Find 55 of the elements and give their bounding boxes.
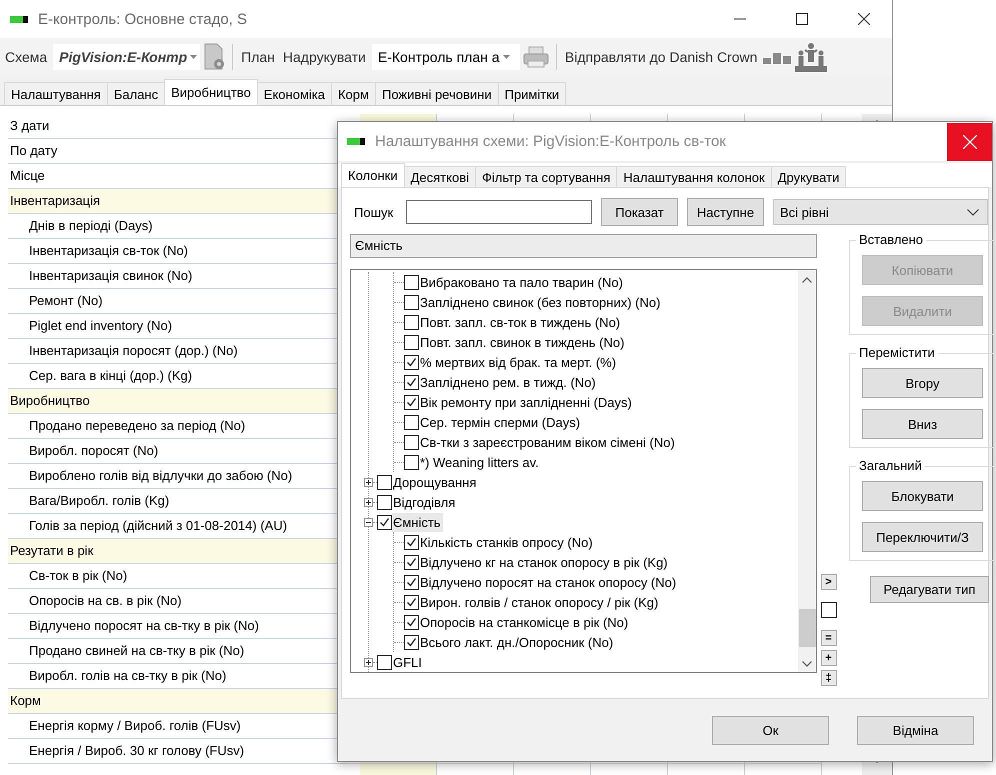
tree-item[interactable]: % мертвих від брак. та мерт. (%) [419, 352, 618, 372]
tree-item[interactable]: Сер. термін сперми (Days) [419, 412, 582, 432]
send-button[interactable]: Відправляти до Danish Crown [560, 47, 762, 67]
tree-item[interactable]: Кількість станків опросу (No) [419, 532, 595, 552]
tree-item[interactable]: Св-тки з зареєстрованим віком сімені (No) [419, 432, 677, 452]
current-field: Ємність [350, 234, 817, 258]
tree-item[interactable]: Дорощування [392, 472, 478, 492]
tab[interactable]: Фільтр та сортування [475, 166, 618, 187]
search-label: Пошук [353, 204, 394, 220]
small-button[interactable]: ‡ [820, 670, 836, 686]
level-dropdown[interactable]: Всі рівні [773, 199, 988, 225]
tree-item[interactable]: Вибраковано та пало тварин (No) [419, 272, 625, 292]
show-button[interactable]: Показат [601, 198, 678, 226]
plan-button[interactable]: План [237, 47, 279, 67]
tree-item[interactable]: Повт. запл. св-ток в тиждень (No) [419, 312, 622, 332]
plan-dropdown[interactable]: E-Контроль план а [372, 44, 520, 70]
tree-item[interactable]: *) Weaning litters av. [419, 452, 541, 472]
tree-item[interactable]: Вирон. голвів / станок опоросу / рік (Kg) [419, 592, 660, 612]
tab[interactable]: Налаштування колонок [616, 166, 772, 187]
edit-type-button[interactable]: Редагувати тип [870, 576, 989, 603]
tab[interactable]: Примітки [498, 82, 566, 105]
scheme-label: Схема [5, 49, 48, 65]
ok-button[interactable]: Ок [712, 716, 829, 744]
dialog-title: Налаштування схеми: PigVision:E-Контроль св-ток [375, 133, 726, 150]
tree-item[interactable]: Ємність [392, 512, 443, 532]
button[interactable]: Переключити/З [862, 522, 983, 552]
tab[interactable]: Налаштування [4, 82, 108, 105]
button[interactable]: Блокувати [862, 481, 983, 511]
next-button[interactable]: Наступне [687, 198, 764, 226]
tree-item[interactable]: Запліднено свинок (без повторних) (No) [419, 292, 662, 312]
small-button[interactable]: + [820, 650, 836, 666]
tree-item[interactable]: Відгодівля [392, 492, 458, 512]
scheme-dropdown[interactable]: PigVision:E-Контр [53, 44, 200, 70]
tree-item[interactable]: Всього лакт. дн./Опоросник (No) [419, 632, 616, 652]
small-button[interactable]: = [820, 630, 836, 646]
tab[interactable]: Десяткові [404, 166, 476, 187]
print-button[interactable]: Надрукувати [278, 47, 370, 67]
button[interactable]: Вгору [862, 368, 983, 398]
tab[interactable]: Колонки [341, 163, 405, 187]
tree-item[interactable]: Повт. запл. свинок в тиждень (No) [419, 332, 626, 352]
tab[interactable]: Друкувати [770, 166, 846, 187]
small-button[interactable]: > [820, 574, 836, 590]
tree-item[interactable]: Відлучено кг на станок опоросу в рік (Kg) [419, 552, 670, 572]
tree-item[interactable]: Опоросів на станкомісце в рік (No) [419, 612, 630, 632]
tree-item[interactable]: Відлучено поросят на станок опоросу (No) [419, 572, 678, 592]
cancel-button[interactable]: Відміна [857, 716, 974, 744]
tree-item[interactable]: Запліднено рем. в тижд. (No) [419, 372, 598, 392]
tab[interactable]: Виробництво [164, 79, 258, 105]
window-title: E-контроль: Основне стадо, S [38, 10, 248, 28]
button[interactable]: Вниз [862, 409, 983, 439]
tab[interactable]: Поживні речовини [374, 82, 499, 105]
tree-item[interactable]: GFLI [392, 652, 424, 672]
tab[interactable]: Корм [330, 82, 376, 105]
group-title: Перемістити [856, 345, 938, 361]
tree-item[interactable]: Вік ремонту при заплідненні (Days) [419, 392, 634, 412]
